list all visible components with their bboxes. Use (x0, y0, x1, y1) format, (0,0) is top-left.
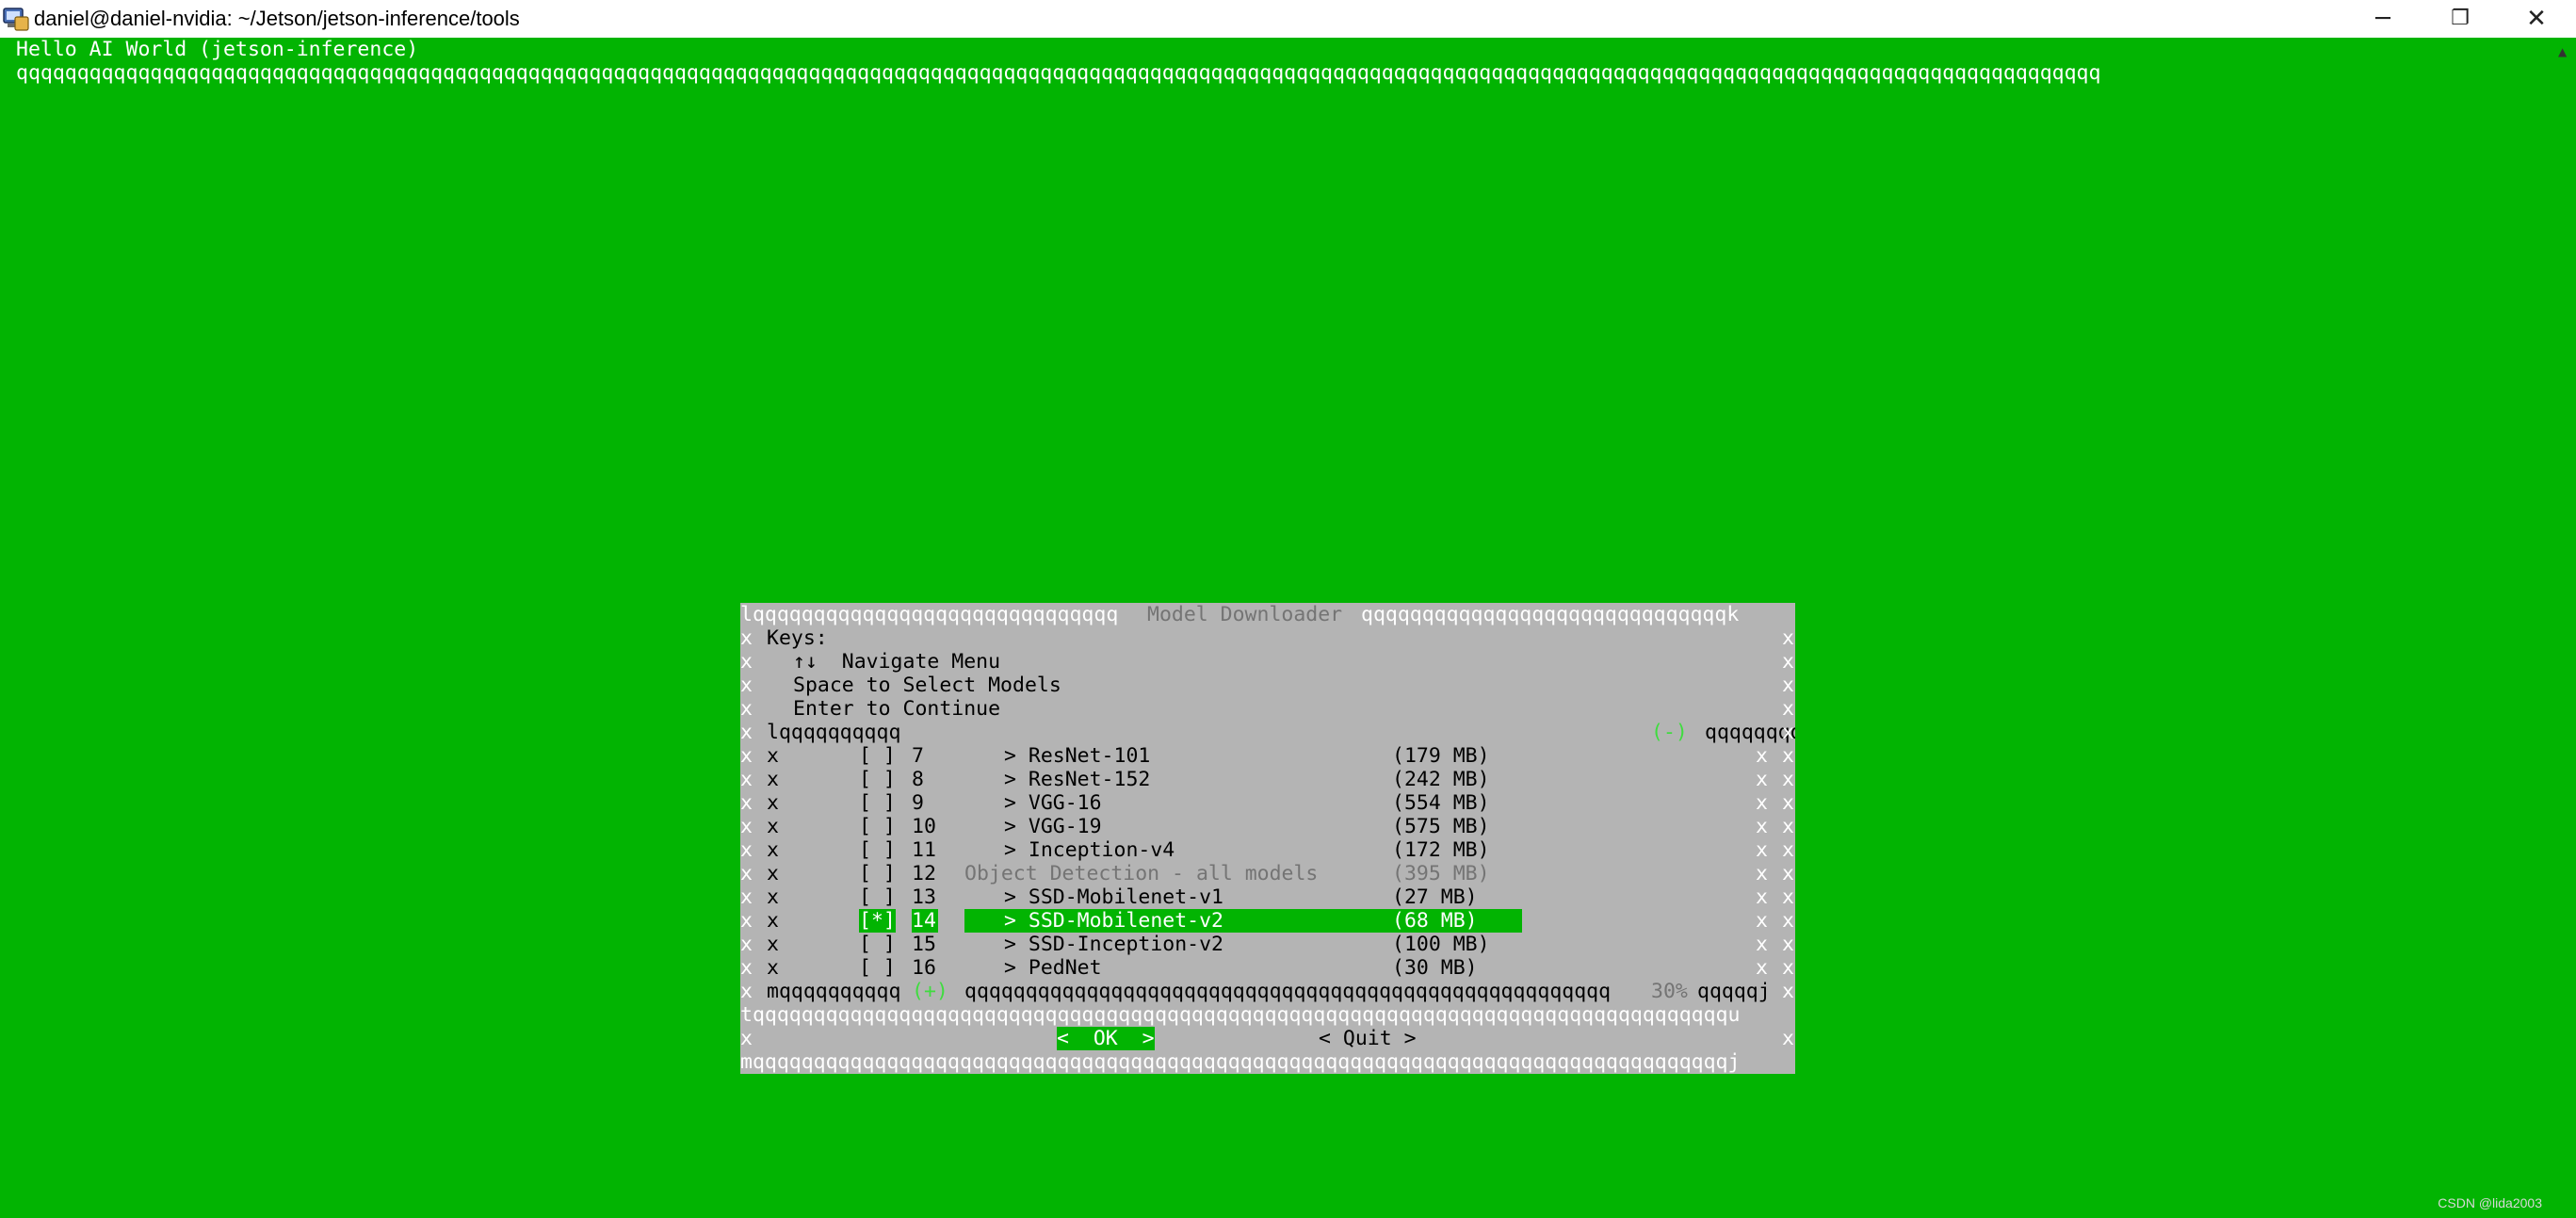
list-item[interactable]: x x [ ] 15 > SSD-Inception-v2 (100 MB) x… (740, 933, 1795, 956)
item-name: > SSD-Mobilenet-v1 (1004, 885, 1223, 909)
dialog-separator: tqqqqqqqqqqqqqqqqqqqqqqqqqqqqqqqqqqqqqqq… (740, 1003, 1795, 1027)
ok-button[interactable]: < OK > (1057, 1027, 1155, 1050)
dialog-title: Model Downloader (1147, 603, 1343, 626)
item-name: Object Detection - all models (964, 862, 1319, 885)
list-item[interactable]: x x [ ] 7 > ResNet-101 (179 MB) x x (740, 744, 1795, 768)
item-name: > Inception-v4 (1004, 838, 1175, 862)
item-size: (395 MB) (1392, 862, 1490, 885)
list-item[interactable]: x x [ ] 9 > VGG-16 (554 MB) x x (740, 791, 1795, 815)
item-number: 11 (912, 838, 936, 862)
terminal-scrollbar[interactable]: ▲ (2552, 38, 2576, 1218)
window-title: daniel@daniel-nvidia: ~/Jetson/jetson-in… (34, 7, 520, 30)
item-size: (30 MB) (1392, 956, 1478, 980)
item-name: > PedNet (1004, 956, 1102, 980)
key-navigate-hint: ↑↓ Navigate Menu (793, 650, 1001, 674)
keys-row: x Keys: x (740, 626, 1795, 650)
item-checkbox[interactable]: [ ] (859, 885, 896, 909)
model-downloader-dialog: lqqqqqqqqqqqqqqqqqqqqqqqqqqqqqq Model Do… (0, 179, 2552, 1168)
restore-button[interactable]: ❐ (2424, 0, 2496, 38)
item-checkbox[interactable]: [ ] (859, 791, 896, 815)
terminal-screen[interactable]: Hello AI World (jetson-inference) qqqqqq… (0, 38, 2552, 1218)
list-item[interactable]: x x [ ] 13 > SSD-Mobilenet-v1 (27 MB) x … (740, 885, 1795, 909)
scroll-up-indicator: (-) (1651, 721, 1688, 744)
item-checkbox[interactable]: [ ] (859, 815, 896, 838)
watermark: CSDN @lida2003 (2438, 1195, 2542, 1210)
item-name: > VGG-19 (1004, 815, 1102, 838)
item-number: 9 (912, 791, 924, 815)
item-size: (68 MB) (1392, 909, 1522, 933)
keys-row: x ↑↓ Navigate Menu x (740, 650, 1795, 674)
item-number: 16 (912, 956, 936, 980)
keys-row: x Space to Select Models x (740, 674, 1795, 697)
key-enter-hint: Enter to Continue (793, 697, 1001, 721)
dialog-bottom-border: mqqqqqqqqqqqqqqqqqqqqqqqqqqqqqqqqqqqqqqq… (740, 1050, 1795, 1074)
item-size: (554 MB) (1392, 791, 1490, 815)
scroll-up-arrow-icon[interactable]: ▲ (2558, 45, 2567, 58)
list-item[interactable]: x x [ ] 16 > PedNet (30 MB) x x (740, 956, 1795, 980)
item-number: 13 (912, 885, 936, 909)
item-name: > ResNet-152 (1004, 768, 1151, 791)
list-item-selected[interactable]: x x [*] 14 > SSD-Mobilenet-v2 (68 MB) x … (740, 909, 1795, 933)
item-size: (100 MB) (1392, 933, 1490, 956)
item-size: (27 MB) (1392, 885, 1478, 909)
window-titlebar: daniel@daniel-nvidia: ~/Jetson/jetson-in… (0, 0, 2576, 38)
terminal-app-icon (3, 8, 29, 31)
item-name: > VGG-16 (1004, 791, 1102, 815)
list-top-border: x lqqqqqqqqqq (-) qqqqqqqqqqqqqqqqqqqqqq… (740, 721, 1795, 744)
dialog-top-border: lqqqqqqqqqqqqqqqqqqqqqqqqqqqqqq Model Do… (740, 603, 1795, 626)
item-number: 8 (912, 768, 924, 791)
quit-button[interactable]: < Quit > (1319, 1027, 1417, 1050)
item-checkbox[interactable]: [*] (859, 909, 896, 933)
scroll-down-indicator: (+) (912, 980, 948, 1003)
item-name: > ResNet-101 (1004, 744, 1151, 768)
item-checkbox[interactable]: [ ] (859, 838, 896, 862)
list-bottom-border: x mqqqqqqqqqq (+) qqqqqqqqqqqqqqqqqqqqqq… (740, 980, 1795, 1003)
key-space-hint: Space to Select Models (793, 674, 1061, 697)
item-number: 15 (912, 933, 936, 956)
item-number: 7 (912, 744, 924, 768)
item-size: (172 MB) (1392, 838, 1490, 862)
minimize-button[interactable]: ─ (2347, 0, 2419, 38)
item-size: (242 MB) (1392, 768, 1490, 791)
item-checkbox[interactable]: [ ] (859, 933, 896, 956)
scroll-percent: 30% (1651, 980, 1688, 1003)
list-item[interactable]: x x [ ] 11 > Inception-v4 (172 MB) x x (740, 838, 1795, 862)
item-checkbox[interactable]: [ ] (859, 744, 896, 768)
item-size: (575 MB) (1392, 815, 1490, 838)
dialog-buttons-row: x < OK > < Quit > x (740, 1027, 1795, 1050)
list-item[interactable]: x x [ ] 8 > ResNet-152 (242 MB) x x (740, 768, 1795, 791)
item-checkbox[interactable]: [ ] (859, 862, 896, 885)
terminal-header-text: Hello AI World (jetson-inference) (16, 38, 419, 61)
list-item[interactable]: x x [ ] 10 > VGG-19 (575 MB) x x (740, 815, 1795, 838)
item-number: 14 (912, 909, 938, 933)
item-checkbox[interactable]: [ ] (859, 768, 896, 791)
item-number: 12 (912, 862, 936, 885)
terminal-header-rule: qqqqqqqqqqqqqqqqqqqqqqqqqqqqqqqqqqqqqqqq… (16, 61, 2101, 85)
keys-row: x Enter to Continue x (740, 697, 1795, 721)
close-button[interactable]: ✕ (2501, 0, 2572, 38)
item-size: (179 MB) (1392, 744, 1490, 768)
item-name: > SSD-Inception-v2 (1004, 933, 1223, 956)
item-checkbox[interactable]: [ ] (859, 956, 896, 980)
keys-heading: Keys: (767, 626, 828, 650)
item-number: 10 (912, 815, 936, 838)
list-item-category[interactable]: x x [ ] 12 Object Detection - all models… (740, 862, 1795, 885)
